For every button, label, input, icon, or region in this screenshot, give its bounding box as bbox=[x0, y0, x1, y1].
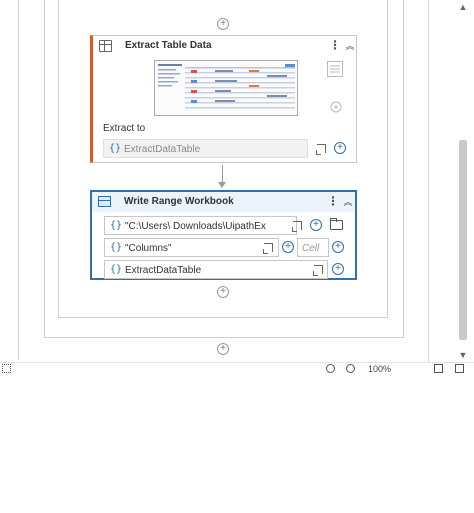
datatable-value: ExtractDataTable bbox=[125, 265, 202, 276]
canvas-left-divider bbox=[18, 0, 19, 360]
expand-editor-icon[interactable] bbox=[313, 265, 323, 276]
extract-table-data-header: Extract Table Data ⋮ ︽ bbox=[93, 36, 356, 56]
plus-circle-icon[interactable]: + bbox=[334, 142, 346, 154]
extract-table-data-activity[interactable]: Extract Table Data ⋮ ︽ Extract to {} Ext… bbox=[90, 35, 357, 163]
zoom-level-text[interactable]: 100% bbox=[368, 364, 391, 374]
add-activity-inner-plus-icon[interactable]: + bbox=[217, 286, 229, 298]
sheet-name-value: "Columns" bbox=[125, 243, 172, 254]
pan-hand-icon[interactable] bbox=[326, 364, 335, 373]
plus-circle-icon[interactable]: + bbox=[310, 219, 322, 231]
list-view-icon[interactable] bbox=[327, 61, 343, 77]
sheet-name-field[interactable]: {} "Columns" bbox=[104, 238, 279, 257]
kebab-menu-icon[interactable]: ⋮ bbox=[329, 39, 341, 51]
expand-editor-icon[interactable] bbox=[263, 243, 273, 254]
curly-braces-icon: {} bbox=[110, 264, 123, 275]
expand-editor-icon[interactable] bbox=[292, 221, 302, 232]
chevron-up-double-icon[interactable]: ︽ bbox=[345, 39, 355, 52]
curly-braces-icon: {} bbox=[110, 220, 123, 231]
write-range-workbook-header: Write Range Workbook ⋮ ︽ bbox=[92, 192, 355, 212]
fit-to-screen-icon[interactable] bbox=[434, 364, 443, 373]
plus-circle-icon[interactable]: + bbox=[332, 241, 344, 253]
plus-circle-icon[interactable]: + bbox=[282, 241, 294, 253]
extract-to-label: Extract to bbox=[103, 123, 146, 134]
write-range-workbook-activity[interactable]: Write Range Workbook ⋮ ︽ {} "C:\Users\ D… bbox=[90, 190, 357, 280]
chevron-up-double-icon[interactable]: ︽ bbox=[343, 195, 353, 208]
workbook-path-value: "C:\Users\ Downloads\UipathEx bbox=[125, 221, 266, 232]
extract-table-data-title: Extract Table Data bbox=[125, 40, 212, 51]
datatable-field[interactable]: {} ExtractDataTable bbox=[104, 260, 328, 279]
plus-circle-icon[interactable]: + bbox=[332, 263, 344, 275]
extract-to-value: ExtractDataTable bbox=[124, 144, 201, 155]
table-preview-thumbnail[interactable] bbox=[154, 60, 298, 116]
add-activity-top-plus-icon[interactable]: + bbox=[217, 18, 229, 30]
table-preview-graphic bbox=[155, 61, 297, 115]
extract-to-field[interactable]: {} ExtractDataTable bbox=[103, 139, 308, 158]
folder-icon[interactable] bbox=[330, 218, 343, 230]
target-selector-icon[interactable] bbox=[329, 100, 343, 114]
curly-braces-icon: {} bbox=[110, 242, 123, 253]
zoom-search-icon[interactable] bbox=[346, 364, 355, 373]
scroll-up-arrow-icon[interactable]: ▲ bbox=[458, 2, 468, 12]
scroll-down-arrow-icon[interactable]: ▼ bbox=[458, 350, 468, 360]
start-cell-placeholder: Cell bbox=[302, 243, 320, 254]
write-range-workbook-title: Write Range Workbook bbox=[124, 196, 234, 207]
canvas-right-divider bbox=[428, 0, 429, 362]
flow-arrow-icon bbox=[218, 182, 226, 188]
minimap-icon[interactable] bbox=[455, 364, 464, 373]
kebab-menu-icon[interactable]: ⋮ bbox=[327, 195, 339, 207]
overview-icon[interactable] bbox=[2, 364, 11, 373]
vertical-scrollbar-thumb[interactable] bbox=[459, 140, 467, 340]
designer-status-bar: 100% bbox=[0, 362, 474, 374]
add-activity-outer-plus-icon[interactable]: + bbox=[217, 343, 229, 355]
curly-braces-icon: {} bbox=[109, 143, 122, 154]
excel-write-icon bbox=[98, 196, 111, 207]
workflow-designer-canvas: + Extract Table Data ⋮ ︽ Extract to {} E… bbox=[0, 0, 474, 372]
table-extract-icon bbox=[99, 40, 112, 52]
workbook-path-field[interactable]: {} "C:\Users\ Downloads\UipathEx bbox=[104, 216, 297, 235]
expand-editor-icon[interactable] bbox=[316, 144, 326, 155]
start-cell-field[interactable]: Cell bbox=[297, 238, 329, 257]
